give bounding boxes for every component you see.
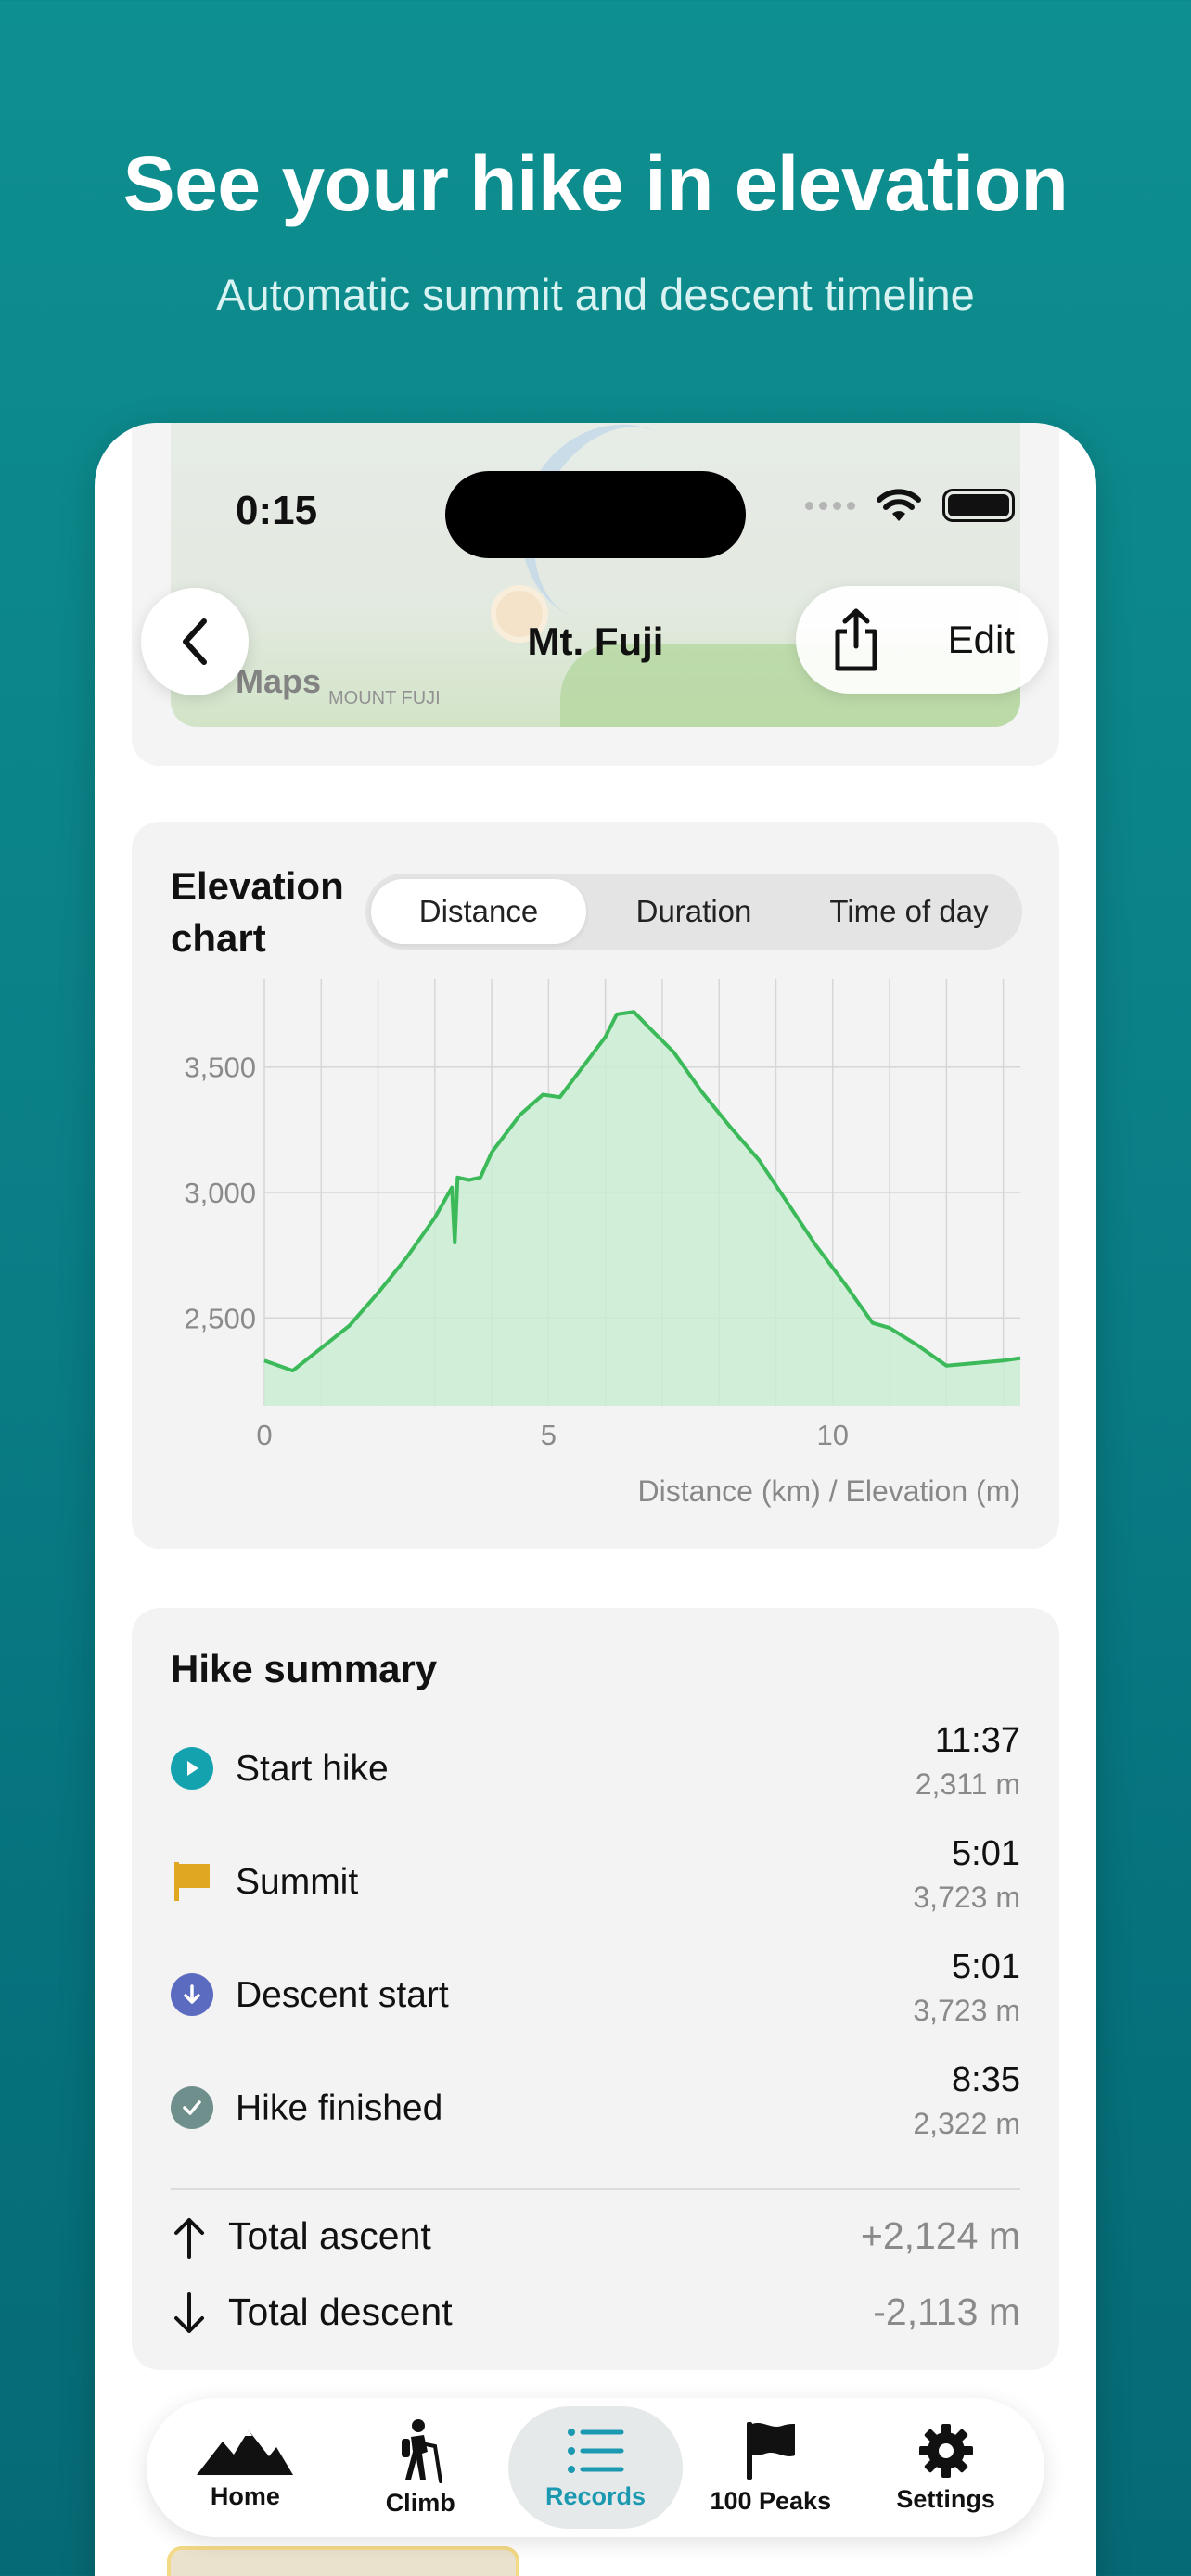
tab-bar: Home Climb Records 100 Peaks Settings xyxy=(147,2398,1044,2537)
play-icon xyxy=(171,1747,213,1790)
tab-home[interactable]: Home xyxy=(158,2406,333,2529)
y-tick-label: 3,000 xyxy=(184,1177,256,1209)
x-tick-label: 0 xyxy=(256,1419,272,1451)
elevation-card: Elevation chart Distance Duration Time o… xyxy=(132,822,1059,1549)
total-descent-value: -2,113 m xyxy=(873,2290,1020,2333)
summary-row-finished[interactable]: Hike finished 8:35 2,322 m xyxy=(171,2060,1020,2162)
list-icon xyxy=(567,2428,624,2473)
map-place-label: MOUNT FUJI xyxy=(328,688,441,708)
x-tick-label: 5 xyxy=(541,1419,557,1451)
check-circle-icon xyxy=(171,2086,213,2129)
x-tick-label: 10 xyxy=(817,1419,849,1451)
mountains-icon xyxy=(197,2429,294,2475)
battery-icon xyxy=(942,489,1015,522)
summary-row-start[interactable]: Start hike 11:37 2,311 m xyxy=(171,1721,1020,1823)
total-ascent-value: +2,124 m xyxy=(860,2214,1020,2257)
y-tick-label: 2,500 xyxy=(184,1302,256,1334)
total-descent-label: Total descent xyxy=(228,2290,453,2333)
tab-label: Settings xyxy=(896,2484,995,2513)
event-elevation: 2,311 m xyxy=(915,1767,1020,1801)
event-label: Hike finished xyxy=(236,2088,443,2128)
status-time: 0:15 xyxy=(236,488,318,533)
arrow-up-icon xyxy=(174,2218,204,2259)
tab-distance[interactable]: Distance xyxy=(371,879,586,944)
elevation-chart-svg: 2,500 3,000 3,500 0 5 10 xyxy=(184,979,1021,1451)
event-time: 5:01 xyxy=(952,1834,1020,1873)
event-elevation: 3,723 m xyxy=(913,1881,1020,1914)
wifi-icon xyxy=(877,489,921,521)
phone-frame: Maps MOUNT FUJI 0:15 Mt. Fuji Edit Eleva… xyxy=(95,423,1096,2576)
total-ascent-label: Total ascent xyxy=(228,2214,431,2257)
hiker-icon xyxy=(402,2418,443,2483)
tab-records[interactable]: Records xyxy=(507,2406,684,2529)
event-time: 5:01 xyxy=(952,1947,1020,1986)
tab-label: 100 Peaks xyxy=(710,2486,832,2515)
share-icon[interactable] xyxy=(831,607,881,672)
signal-dots-icon xyxy=(805,501,855,510)
arrow-down-circle-icon xyxy=(171,1973,213,2016)
tab-label: Records xyxy=(544,2481,647,2510)
maps-logo: Maps xyxy=(236,662,322,700)
hero-title: See your hike in elevation xyxy=(122,140,1069,227)
status-icons xyxy=(805,488,1015,523)
flag-icon xyxy=(746,2421,795,2480)
tab-duration[interactable]: Duration xyxy=(586,879,801,944)
event-time: 8:35 xyxy=(952,2060,1020,2099)
event-label: Start hike xyxy=(236,1749,389,1789)
total-descent-row: Total descent -2,113 m xyxy=(171,2285,1020,2350)
nav-actions: Edit xyxy=(796,586,1048,694)
elevation-chart[interactable]: 2,500 3,000 3,500 0 5 10 xyxy=(132,979,1059,1536)
tab-climb[interactable]: Climb xyxy=(333,2406,508,2529)
total-ascent-row: Total ascent +2,124 m xyxy=(171,2209,1020,2274)
tab-time-of-day[interactable]: Time of day xyxy=(801,879,1017,944)
hike-summary-card: Hike summary Start hike 11:37 2,311 m Su… xyxy=(132,1608,1059,2370)
event-label: Descent start xyxy=(236,1975,449,2015)
flag-icon xyxy=(171,1860,213,1903)
arrow-down-icon xyxy=(174,2292,204,2333)
summary-divider xyxy=(171,2188,1020,2190)
tab-100-peaks[interactable]: 100 Peaks xyxy=(683,2406,858,2529)
dynamic-island xyxy=(445,471,746,558)
tab-settings[interactable]: Settings xyxy=(858,2406,1033,2529)
summary-row-descent[interactable]: Descent start 5:01 3,723 m xyxy=(171,1947,1020,2049)
chart-axis-caption: Distance (km) / Elevation (m) xyxy=(637,1474,1020,1508)
elevation-mode-selector: Distance Duration Time of day xyxy=(365,874,1022,950)
event-time: 11:37 xyxy=(934,1721,1020,1760)
elevation-title: Elevation chart xyxy=(171,864,344,960)
tab-label: Climb xyxy=(385,2488,455,2517)
y-tick-label: 3,500 xyxy=(184,1052,256,1084)
event-elevation: 3,723 m xyxy=(913,1994,1020,2027)
summary-row-summit[interactable]: Summit 5:01 3,723 m xyxy=(171,1834,1020,1936)
gear-icon xyxy=(918,2423,973,2478)
edit-button[interactable]: Edit xyxy=(948,618,1015,662)
event-elevation: 2,322 m xyxy=(913,2107,1020,2140)
hero-subtitle: Automatic summit and descent timeline xyxy=(216,270,975,319)
summary-title: Hike summary xyxy=(171,1647,438,1690)
next-card-peek xyxy=(167,2546,519,2576)
tab-label: Home xyxy=(210,2481,280,2510)
event-label: Summit xyxy=(236,1862,359,1902)
